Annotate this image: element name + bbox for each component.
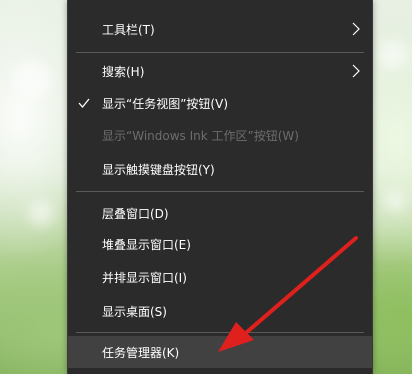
menu-item-search[interactable]: 搜索(H) (68, 54, 372, 88)
chevron-right-icon (352, 64, 360, 78)
menu-item-label: 并排显示窗口(I) (102, 270, 187, 285)
menu-item-show-task-view[interactable]: 显示“任务视图”按钮(V) (68, 86, 372, 120)
menu-separator (76, 191, 364, 192)
menu-item-label: 搜索(H) (102, 64, 145, 79)
menu-item-label: 显示桌面(S) (102, 304, 167, 319)
menu-item-side-by-side[interactable]: 并排显示窗口(I) (68, 260, 372, 294)
menu-item-label: 显示“Windows Ink 工作区”按钮(W) (102, 128, 299, 143)
menu-item-label: 显示“任务视图”按钮(V) (102, 96, 229, 111)
menu-item-label: 层叠窗口(D) (102, 206, 169, 221)
menu-item-show-desktop[interactable]: 显示桌面(S) (68, 294, 372, 328)
chevron-right-icon (352, 22, 360, 36)
taskbar-context-menu: 工具栏(T) 搜索(H) 显示“任务视图”按钮(V) 显示“Windows In… (67, 0, 373, 374)
menu-separator (76, 52, 364, 53)
menu-item-label: 堆叠显示窗口(E) (102, 237, 191, 252)
menu-item-cascade-windows[interactable]: 层叠窗口(D) (68, 196, 372, 230)
checkmark-icon (78, 98, 90, 109)
menu-item-label: 显示触摸键盘按钮(Y) (102, 162, 215, 177)
menu-item-toolbars[interactable]: 工具栏(T) (68, 12, 372, 46)
menu-item-task-manager[interactable]: 任务管理器(K) (68, 336, 372, 368)
menu-item-show-windows-ink: 显示“Windows Ink 工作区”按钮(W) (68, 118, 372, 152)
menu-separator (76, 332, 364, 333)
menu-item-label: 工具栏(T) (102, 22, 155, 37)
menu-item-stack-windows[interactable]: 堆叠显示窗口(E) (68, 227, 372, 261)
menu-item-show-touch-keyboard[interactable]: 显示触摸键盘按钮(Y) (68, 152, 372, 186)
menu-item-label: 任务管理器(K) (102, 345, 180, 360)
